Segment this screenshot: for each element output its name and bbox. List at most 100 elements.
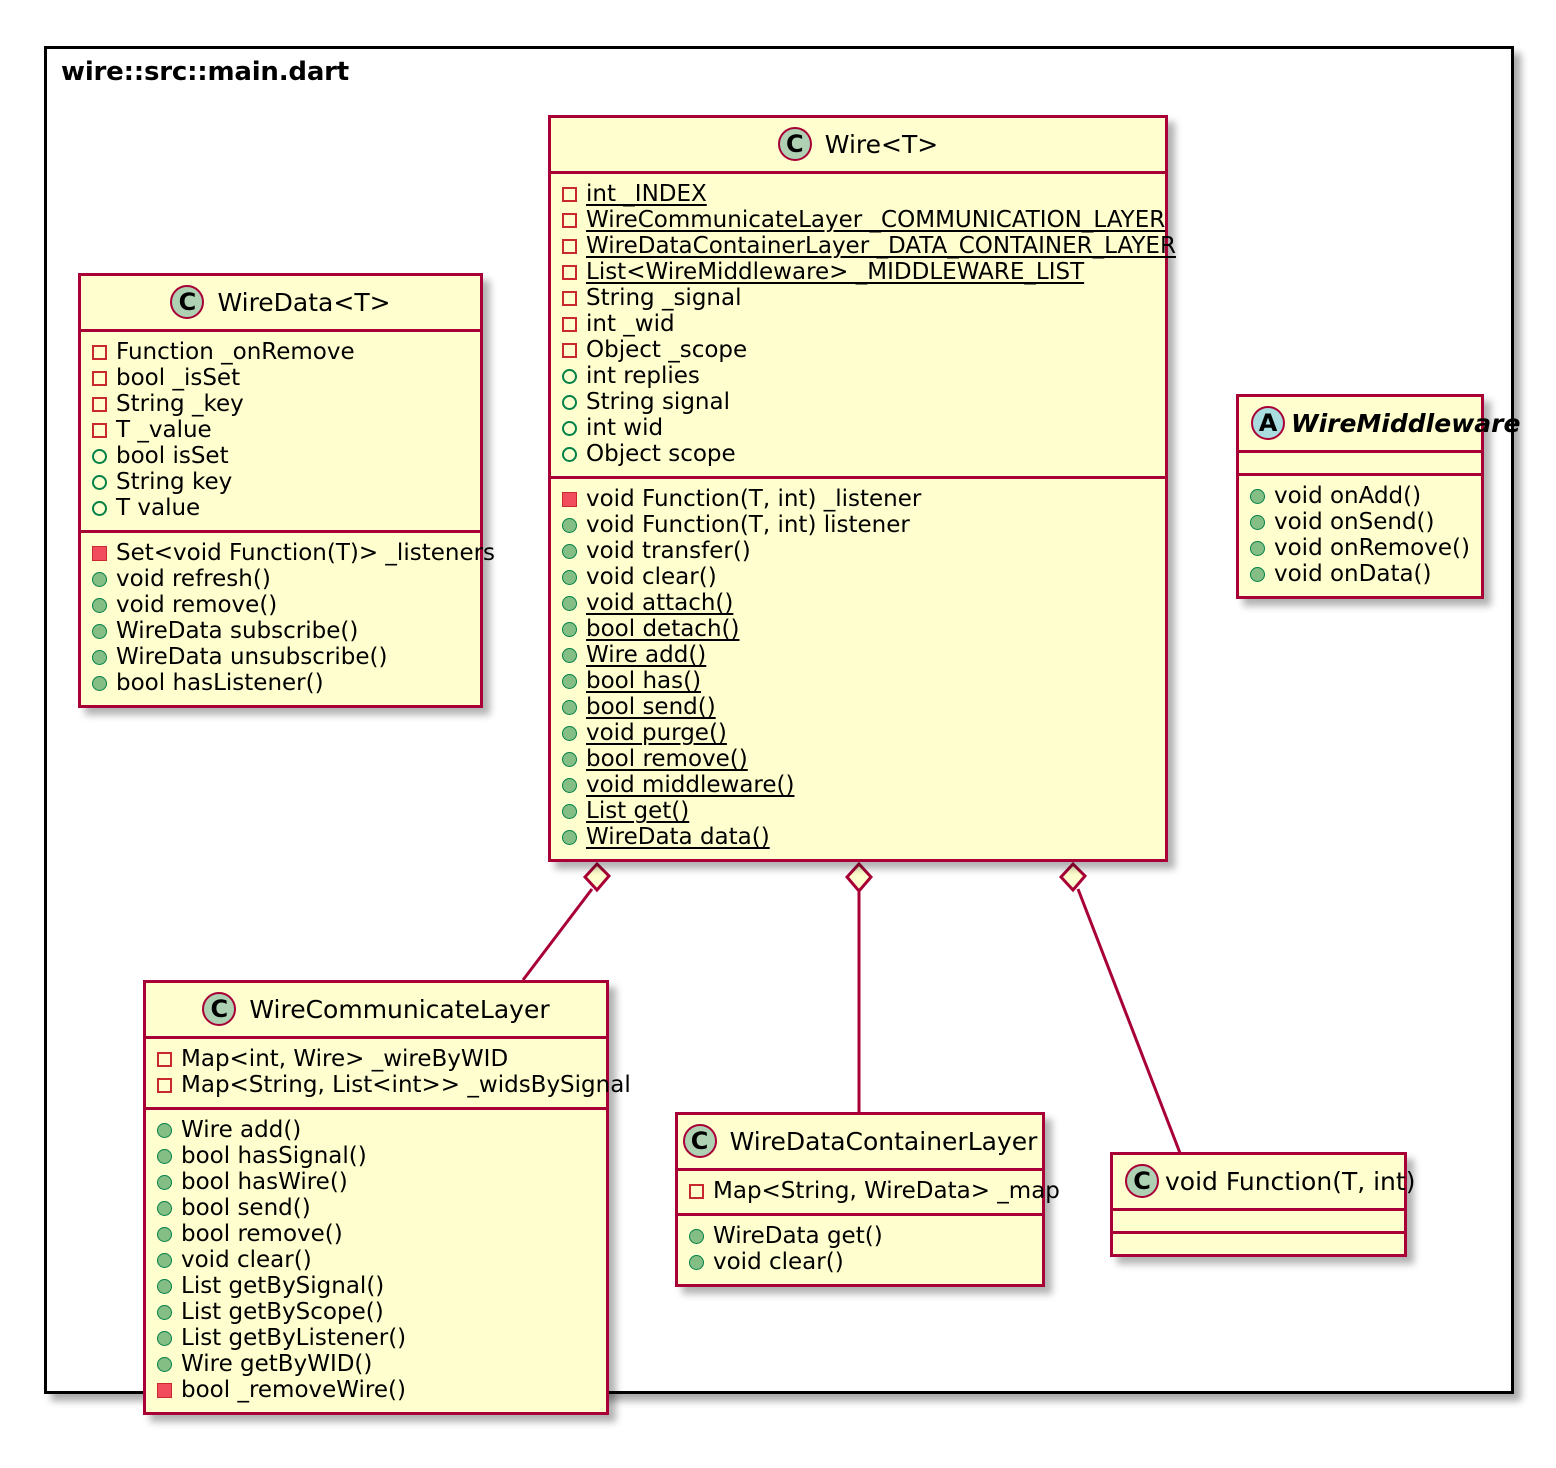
public-method-icon <box>562 829 577 845</box>
method-row: void Function(T, int) _listener <box>562 486 1157 512</box>
attribute-label: Function _onRemove <box>116 339 355 365</box>
public-method-icon <box>562 517 577 533</box>
public-method-icon <box>157 1278 172 1294</box>
method-row: bool detach() <box>562 616 1157 642</box>
method-label: void onRemove() <box>1274 535 1470 561</box>
public-method-icon <box>1250 488 1265 504</box>
private-method-icon <box>562 491 577 507</box>
class-icon: C <box>202 992 237 1026</box>
method-label: bool send() <box>586 694 716 720</box>
public-method-icon <box>562 621 577 637</box>
attribute-label: String signal <box>586 389 730 415</box>
method-row: void Function(T, int) listener <box>562 512 1157 538</box>
attribute-row: List<WireMiddleware> _MIDDLEWARE_LIST <box>562 259 1157 285</box>
attribute-label: List<WireMiddleware> _MIDDLEWARE_LIST <box>586 259 1085 285</box>
abstract-class-icon: A <box>1251 406 1285 440</box>
method-label: List getBySignal() <box>181 1273 385 1299</box>
private-attribute-icon <box>157 1051 172 1067</box>
method-row: void onRemove() <box>1250 535 1473 561</box>
private-method-icon <box>157 1382 172 1398</box>
method-row: Wire add() <box>157 1117 598 1143</box>
method-label: bool hasWire() <box>181 1169 348 1195</box>
method-label: void attach() <box>586 590 734 616</box>
class-icon: C <box>682 1124 717 1158</box>
attribute-row: bool _isSet <box>92 365 472 391</box>
method-label: bool remove() <box>586 746 748 772</box>
attribute-row: bool isSet <box>92 443 472 469</box>
public-method-icon <box>157 1330 172 1346</box>
class-icon: C <box>170 285 205 319</box>
public-method-icon <box>562 725 577 741</box>
attribute-label: int _wid <box>586 311 675 337</box>
method-row: bool _removeWire() <box>157 1377 598 1403</box>
method-label: void purge() <box>586 720 727 746</box>
attribute-label: bool _isSet <box>116 365 241 391</box>
private-attribute-icon <box>92 422 107 438</box>
method-label: void Function(T, int) _listener <box>586 486 922 512</box>
attribute-row: Object scope <box>562 441 1157 467</box>
method-row: void clear() <box>562 564 1157 590</box>
public-attribute-icon <box>562 394 577 410</box>
private-attribute-icon <box>92 344 107 360</box>
method-row: bool hasSignal() <box>157 1143 598 1169</box>
method-label: List get() <box>586 798 690 824</box>
class-box-wiredatacontainerlayer[interactable]: C WireDataContainerLayer Map<String, Wir… <box>675 1112 1060 1287</box>
class-box-wire[interactable]: C Wire<T> int _INDEX WireCommunicateLayer… <box>548 115 1176 862</box>
attribute-row: String key <box>92 469 472 495</box>
class-methods-wiredata: Set<void Function(T)> _listeners void ref… <box>81 530 495 705</box>
method-label: void onSend() <box>1274 509 1435 535</box>
method-label: void middleware() <box>586 772 795 798</box>
class-icon: C <box>777 127 812 161</box>
method-label: List getByScope() <box>181 1299 384 1325</box>
attribute-row: T _value <box>92 417 472 443</box>
public-method-icon <box>157 1356 172 1372</box>
attribute-row: int _INDEX <box>562 181 1157 207</box>
attribute-row: WireCommunicateLayer _COMMUNICATION_LAYE… <box>562 207 1165 233</box>
method-row: bool hasListener() <box>92 670 472 696</box>
attribute-row: String _signal <box>562 285 1157 311</box>
method-label: Wire add() <box>181 1117 302 1143</box>
public-method-icon <box>562 543 577 559</box>
method-row: WireData unsubscribe() <box>92 644 472 670</box>
method-label: WireData data() <box>586 824 770 850</box>
method-label: Wire add() <box>586 642 707 668</box>
method-label: bool _removeWire() <box>181 1377 406 1403</box>
method-row: bool hasWire() <box>157 1169 598 1195</box>
attribute-row: String signal <box>562 389 1157 415</box>
class-box-wiredata[interactable]: C WireData<T> Function _onRemove bool _is… <box>78 273 495 708</box>
method-label: void Function(T, int) listener <box>586 512 910 538</box>
attribute-label: String key <box>116 469 233 495</box>
attribute-label: Map<String, WireData> _map <box>713 1178 1060 1204</box>
public-method-icon <box>562 647 577 663</box>
class-methods-wirecommunicatelayer: Wire add() bool hasSignal() bool hasWire()… <box>146 1107 606 1412</box>
private-attribute-icon <box>157 1077 172 1093</box>
class-box-wirecommunicatelayer[interactable]: C WireCommunicateLayer Map<int, Wire> _w… <box>143 980 631 1415</box>
method-label: bool detach() <box>586 616 740 642</box>
class-box-voidfunction[interactable]: C void Function(T, int) <box>1110 1152 1415 1257</box>
public-method-icon <box>157 1148 172 1164</box>
attribute-label: int replies <box>586 363 700 389</box>
public-attribute-icon <box>562 420 577 436</box>
method-row: void refresh() <box>92 566 472 592</box>
class-methods-voidfunction <box>1113 1231 1404 1254</box>
method-row: void remove() <box>92 592 472 618</box>
public-method-icon <box>562 569 577 585</box>
attribute-label: int wid <box>586 415 664 441</box>
method-row: bool send() <box>562 694 1157 720</box>
public-method-icon <box>92 571 107 587</box>
public-method-icon <box>689 1254 704 1270</box>
public-method-icon <box>562 751 577 767</box>
method-row: Wire add() <box>562 642 1157 668</box>
method-row: List getBySignal() <box>157 1273 598 1299</box>
public-attribute-icon <box>92 474 107 490</box>
public-method-icon <box>157 1304 172 1320</box>
method-row: Wire getByWID() <box>157 1351 598 1377</box>
public-method-icon <box>92 623 107 639</box>
public-method-icon <box>562 777 577 793</box>
attribute-label: Object _scope <box>586 337 748 363</box>
attribute-label: Map<int, Wire> _wireByWID <box>181 1046 509 1072</box>
class-box-wiremiddleware[interactable]: A WireMiddleware void onAdd() void onSend… <box>1236 394 1520 599</box>
class-attributes-wire: int _INDEX WireCommunicateLayer _COMMUNIC… <box>551 171 1176 476</box>
class-header-wiremiddleware: A WireMiddleware <box>1239 397 1520 450</box>
class-title: WireDataContainerLayer <box>729 1126 1038 1156</box>
